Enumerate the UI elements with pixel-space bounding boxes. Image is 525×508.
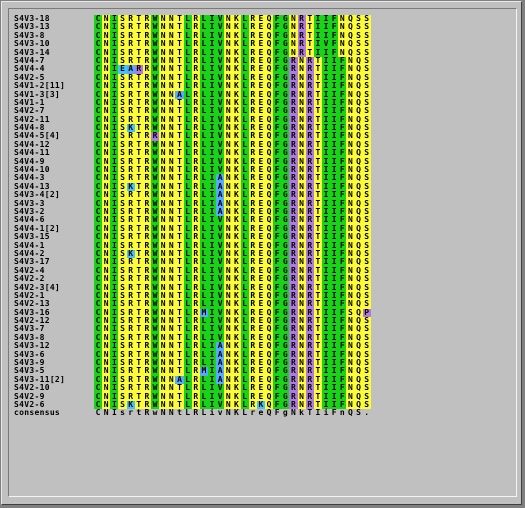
residue: L <box>242 408 248 418</box>
residue: I <box>315 408 321 418</box>
residue: g <box>282 408 288 418</box>
residue: e <box>258 408 264 418</box>
consensus-row[interactable]: consensus C N Is r t Rw N Nt L R Li v N K Lr e Q Fg Nk T Ii Fn… <box>14 408 371 418</box>
residue: I <box>111 408 117 418</box>
residue: s <box>120 408 125 418</box>
sequence-name: consensus <box>14 408 61 418</box>
residue: S <box>356 408 361 418</box>
residue: N <box>291 408 296 418</box>
residue: r <box>128 408 134 418</box>
residue: F <box>274 408 280 418</box>
residue: Q <box>348 408 353 418</box>
residue: Q <box>266 408 272 418</box>
residue: w <box>152 408 158 418</box>
residue: i <box>323 408 329 418</box>
residue: K <box>234 408 239 418</box>
residue: n <box>339 408 345 418</box>
residue: N <box>225 408 231 418</box>
residue: v <box>217 408 223 418</box>
residue: L <box>185 408 191 418</box>
residue-track: CNIsrtRwNNtLRLivNKLreQFgNkTIiFnQS. <box>94 408 371 418</box>
residue: k <box>299 408 304 418</box>
residue: R <box>144 408 150 418</box>
residue: . <box>364 408 370 418</box>
residue: r <box>250 408 256 418</box>
residue: T <box>307 408 313 418</box>
residue: R <box>193 408 199 418</box>
residue: N <box>103 408 109 418</box>
residue: t <box>177 408 182 418</box>
residue: i <box>209 408 215 418</box>
alignment-window: S4V3-18 C N I S R T R W N N T L R L I V N K L R E Q F G N R T I I F N Q S… <box>1 1 522 505</box>
residue: N <box>168 408 174 418</box>
residue: L <box>201 408 207 418</box>
residue: t <box>136 408 142 418</box>
residue: N <box>160 408 166 418</box>
residue: C <box>95 408 101 418</box>
residue: F <box>331 408 337 418</box>
sequence-alignment[interactable]: S4V3-18 C N I S R T R W N N T L R L I V N K L R E Q F G N R T I I F N Q S… <box>14 14 371 418</box>
